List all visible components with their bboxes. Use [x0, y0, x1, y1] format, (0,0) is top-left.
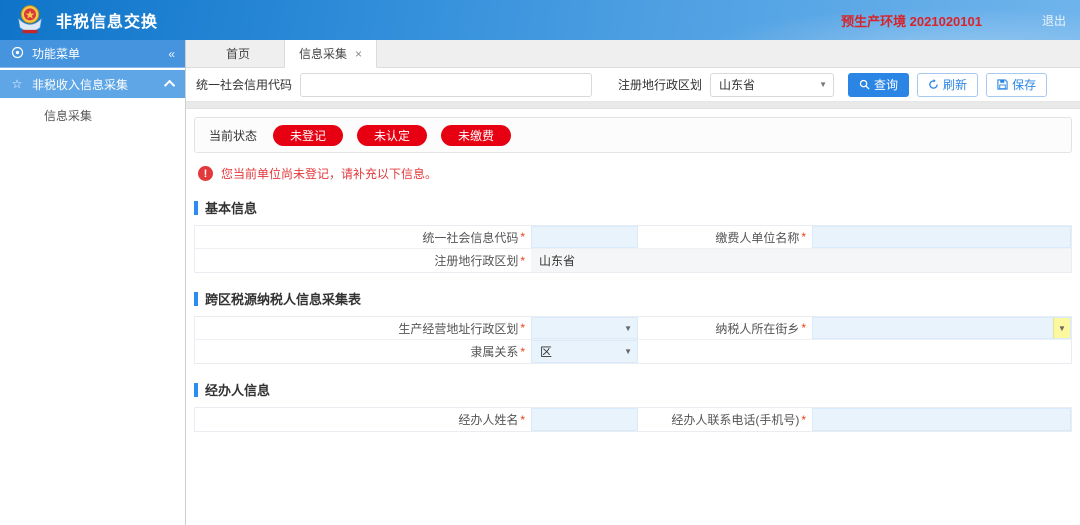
table-row: 注册地行政区划 * 山东省: [195, 249, 1071, 272]
credit-code-field-label: 统一社会信息代码 *: [195, 226, 531, 248]
status-badge-unpaid: 未缴费: [441, 124, 512, 146]
agent-name-field-input[interactable]: [531, 408, 638, 431]
biz-region-dropdown[interactable]: ▼: [531, 317, 638, 339]
search-icon: [859, 79, 870, 90]
region-select-value: 山东省: [719, 78, 756, 92]
status-label: 当前状态: [209, 128, 258, 143]
biz-region-field-label: 生产经营地址行政区划 *: [195, 317, 531, 339]
street-dropdown[interactable]: ▼: [812, 317, 1071, 339]
reg-region-field-value: 山东省: [531, 249, 1071, 272]
chevron-down-icon: ▼: [1053, 318, 1070, 338]
warning-row: ! 您当前单位尚未登记，请补充以下信息。: [198, 165, 1068, 182]
affiliation-dropdown[interactable]: 区 ▼: [531, 340, 638, 363]
payer-name-field-input[interactable]: [812, 226, 1071, 248]
section-bar-icon: [194, 382, 198, 397]
section-agent-title-text: 经办人信息: [205, 383, 271, 398]
warning-icon: !: [198, 166, 213, 181]
table-row: 隶属关系 * 区 ▼: [195, 340, 1071, 363]
chevron-down-icon: ▼: [624, 323, 632, 333]
sidebar-group-nonrevenue[interactable]: ☆ 非税收入信息采集: [0, 70, 185, 98]
tax-bureau-logo: [18, 5, 42, 34]
query-button-label: 查询: [874, 78, 899, 92]
tab-collection-label: 信息采集: [299, 47, 348, 61]
region-select[interactable]: 山东省 ▼: [710, 72, 835, 97]
sidebar-group-label: 非税收入信息采集: [32, 77, 129, 92]
sidebar-menu-title: 功能菜单: [32, 47, 81, 61]
menu-gear-icon: [10, 46, 24, 62]
section-agent-title: 经办人信息: [194, 380, 1072, 399]
reg-region-field-label: 注册地行政区划 *: [195, 249, 531, 272]
agent-phone-field-label: 经办人联系电话(手机号) *: [638, 408, 812, 431]
section-basic-title-text: 基本信息: [205, 201, 258, 216]
search-toolbar: 统一社会信用代码 注册地行政区划 山东省 ▼ 查询 刷新 保存: [186, 68, 1080, 102]
chevron-down-icon: ▼: [819, 80, 828, 89]
chevron-down-icon: ▼: [624, 347, 632, 356]
divider: [186, 102, 1080, 109]
sidebar-item-collection[interactable]: 信息采集: [0, 102, 185, 128]
warning-message: 您当前单位尚未登记，请补充以下信息。: [221, 167, 438, 181]
section-bar-icon: [194, 291, 198, 306]
tab-home[interactable]: 首页: [192, 40, 284, 67]
page-title: 非税信息交换: [56, 14, 159, 31]
sidebar-menu-header[interactable]: 功能菜单 «: [0, 40, 185, 68]
table-row: 统一社会信息代码 * 缴费人单位名称 *: [195, 226, 1071, 249]
table-row: 生产经营地址行政区划 * ▼ 纳税人所在街乡 * ▼: [195, 317, 1071, 340]
save-button-label: 保存: [1012, 78, 1037, 92]
agent-name-field-label: 经办人姓名 *: [195, 408, 531, 431]
save-button[interactable]: 保存: [986, 72, 1048, 97]
refresh-icon: [929, 79, 938, 89]
refresh-button[interactable]: 刷新: [917, 72, 979, 97]
status-badge-unregistered: 未登记: [273, 124, 344, 146]
table-row: 经办人姓名 * 经办人联系电话(手机号) *: [195, 408, 1071, 431]
section-basic-title: 基本信息: [194, 198, 1072, 217]
credit-code-field-input[interactable]: [531, 226, 638, 248]
affiliation-dropdown-value: 区: [540, 345, 553, 359]
chevron-up-icon: [163, 79, 176, 92]
status-panel: 当前状态 未登记 未认定 未缴费: [194, 117, 1072, 153]
tab-collection[interactable]: 信息采集 ×: [284, 40, 378, 68]
section-bar-icon: [194, 200, 198, 215]
cross-district-table: 生产经营地址行政区划 * ▼ 纳税人所在街乡 * ▼ 隶属关系 * 区 ▼: [194, 316, 1072, 364]
app-header: 非税信息交换 预生产环境 2021020101 退出: [0, 0, 1080, 40]
affiliation-field-label: 隶属关系 *: [195, 340, 531, 363]
logout-link[interactable]: 退出: [1042, 12, 1066, 29]
status-badge-unrecognized: 未认定: [357, 124, 428, 146]
sidebar-collapse-icon[interactable]: «: [168, 47, 175, 61]
save-icon: [997, 79, 1008, 90]
sidebar-item-label: 信息采集: [44, 108, 93, 123]
section-cross-title-text: 跨区税源纳税人信息采集表: [205, 292, 362, 307]
agent-phone-field-input[interactable]: [812, 408, 1071, 431]
region-search-label: 注册地行政区划: [618, 78, 703, 92]
tab-home-label: 首页: [225, 47, 250, 61]
star-icon: ☆: [11, 77, 23, 91]
street-field-label: 纳税人所在街乡 *: [638, 317, 812, 339]
basic-info-table: 统一社会信息代码 * 缴费人单位名称 * 注册地行政区划 * 山东省: [194, 225, 1072, 273]
payer-name-field-label: 缴费人单位名称 *: [638, 226, 812, 248]
empty-cell: [638, 340, 1071, 363]
credit-code-search-input[interactable]: [300, 72, 593, 97]
sidebar: 功能菜单 « ☆ 非税收入信息采集 信息采集: [0, 40, 186, 525]
section-cross-title: 跨区税源纳税人信息采集表: [194, 289, 1072, 308]
credit-code-search-label: 统一社会信用代码: [196, 78, 293, 92]
query-button[interactable]: 查询: [848, 72, 910, 97]
tab-bar: 首页 信息采集 ×: [186, 40, 1080, 68]
environment-label: 预生产环境 2021020101: [841, 13, 982, 29]
refresh-button-label: 刷新: [943, 78, 968, 92]
agent-info-table: 经办人姓名 * 经办人联系电话(手机号) *: [194, 407, 1072, 432]
tab-close-icon[interactable]: ×: [355, 47, 362, 61]
